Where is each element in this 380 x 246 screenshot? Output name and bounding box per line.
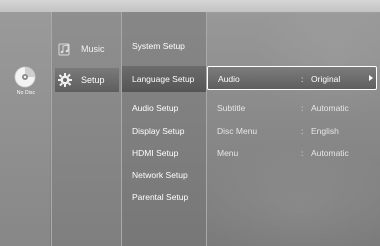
setup-menu-item-language[interactable]: Language Setup [132,74,194,84]
option-separator: : [301,148,304,158]
option-name-audio: Audio [218,74,240,84]
option-name-subtitle: Subtitle [217,103,246,113]
option-row-audio[interactable]: Audio : Original [207,66,377,90]
option-value-disc-menu: English [311,126,339,136]
disc-status-label: No Disc [16,90,36,96]
setup-screen: No Disc Music Setup System Setup Languag… [0,0,380,246]
setup-menu-item-parental[interactable]: Parental Setup [132,192,188,202]
setup-menu-item-network[interactable]: Network Setup [132,170,188,180]
main-menu-label-music: Music [81,44,105,54]
setup-menu-item-system[interactable]: System Setup [132,41,185,51]
gear-icon [58,73,72,87]
top-band [0,0,380,12]
option-row-menu[interactable]: Menu : Automatic [207,148,377,162]
option-name-menu: Menu [217,148,239,158]
main-menu-item-music[interactable]: Music [55,37,119,61]
disc-icon [14,66,36,88]
option-name-disc-menu: Disc Menu [217,126,258,136]
setup-menu-item-hdmi[interactable]: HDMI Setup [132,148,178,158]
main-menu-item-setup[interactable]: Setup [55,68,119,92]
option-row-disc-menu[interactable]: Disc Menu : English [207,126,377,140]
option-value-subtitle: Automatic [311,103,349,113]
chevron-right-icon [369,75,373,81]
option-value-menu: Automatic [311,148,349,158]
music-icon [58,43,70,56]
setup-menu-item-audio[interactable]: Audio Setup [132,103,178,113]
option-separator: : [301,74,304,84]
option-row-subtitle[interactable]: Subtitle : Automatic [207,103,377,117]
disc-column [0,12,50,246]
option-separator: : [301,103,304,113]
main-menu-label-setup: Setup [81,75,105,85]
option-value-audio: Original [311,74,341,84]
option-separator: : [301,126,304,136]
setup-menu-item-display[interactable]: Display Setup [132,126,184,136]
